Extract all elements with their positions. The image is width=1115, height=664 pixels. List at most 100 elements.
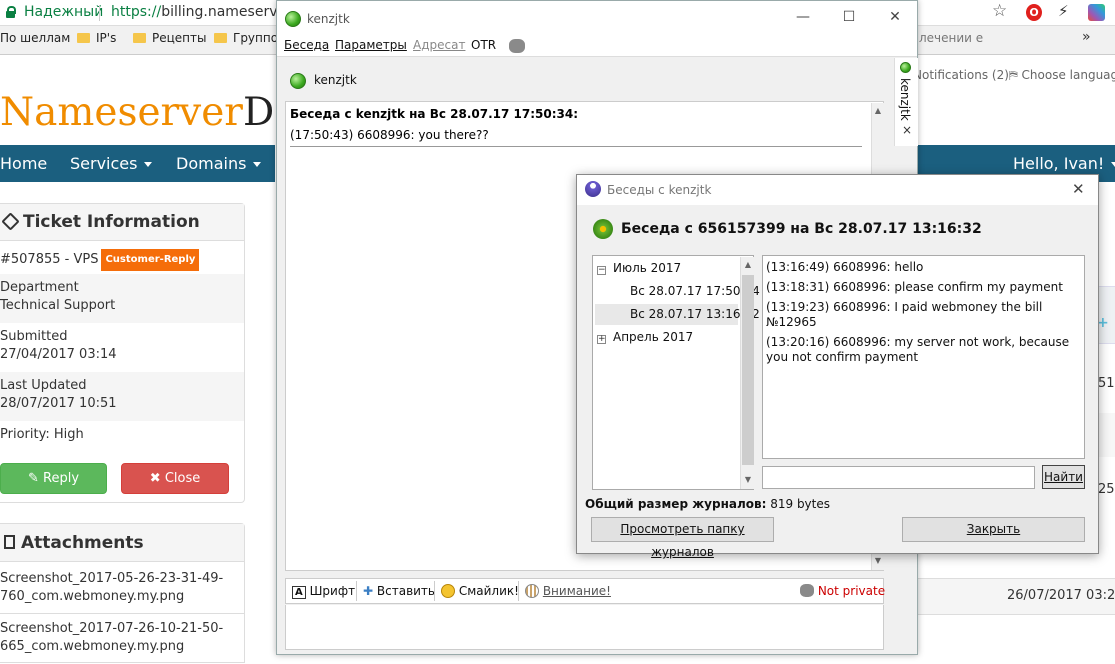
log-title: Беседа с kenzjtk на Вс 28.07.17 17:50:34… — [290, 107, 579, 121]
insert-button[interactable]: ✚ Вставить — [363, 584, 435, 598]
minimize-icon[interactable]: — — [793, 9, 813, 25]
log-size: Общий размер журналов: 819 bytes — [585, 497, 830, 511]
department-row: Department Technical Support — [0, 274, 244, 323]
caret-down-icon — [1111, 162, 1115, 167]
attachments-heading-text: Attachments — [21, 533, 144, 553]
month-label: Июль 2017 — [613, 261, 682, 275]
history-title: Беседы с kenzjtk — [607, 183, 712, 197]
address-divider — [99, 5, 100, 21]
close-icon[interactable]: ✕ — [1072, 180, 1085, 198]
nav-domains-label: Domains — [176, 154, 247, 173]
scroll-up-icon[interactable]: ▲ — [872, 106, 884, 115]
conversation-tab[interactable]: kenzjtk × — [894, 58, 918, 146]
status-badge: Customer-Reply — [101, 249, 200, 271]
attachments-panel: Attachments Screenshot_2017-05-26-23-31-… — [0, 523, 245, 663]
attachment-name-line: 665_com.webmoney.my.png — [0, 639, 185, 654]
reply-button[interactable]: ✎ Reply — [0, 463, 107, 494]
contact-name[interactable]: kenzjtk — [314, 73, 357, 87]
menu-otr[interactable]: OTR — [471, 38, 496, 52]
message-input[interactable] — [285, 605, 884, 650]
expand-icon[interactable]: + — [597, 335, 606, 344]
plugin-icon[interactable] — [509, 39, 525, 53]
font-icon: A — [292, 586, 306, 599]
bookmark-star-icon[interactable]: ☆ — [992, 1, 1007, 21]
open-folder-label: Просмотреть папку журналов — [620, 522, 745, 559]
history-message: (13:18:31) 6608996: please confirm my pa… — [766, 280, 1063, 294]
bookmarks-more-button[interactable]: » — [1082, 29, 1091, 45]
opera-extension-icon[interactable]: O — [1026, 4, 1042, 21]
scroll-down-icon[interactable]: ▼ — [872, 556, 884, 565]
font-button[interactable]: A Шрифт — [292, 584, 355, 599]
icq-flower-icon — [593, 219, 613, 239]
ticket-heading-text: Ticket Information — [23, 212, 200, 232]
logo-part1: Nameserver — [0, 90, 243, 135]
times-icon: ✖ — [149, 471, 161, 486]
choose-language-link[interactable]: ⛿ Choose language — [1009, 68, 1115, 83]
site-logo[interactable]: NameserverDot — [0, 90, 313, 135]
tree-month-july[interactable]: − Июль 2017 — [597, 261, 681, 275]
nav-domains[interactable]: Domains — [176, 154, 262, 173]
date-fragment: 51 — [1098, 376, 1115, 391]
maximize-icon[interactable]: ☐ — [839, 9, 859, 25]
tree-scrollbar[interactable]: ▲ ▼ — [740, 257, 754, 489]
nav-services[interactable]: Services — [70, 154, 153, 173]
hello-label: Hello, Ivan! — [1013, 154, 1105, 173]
log-divider — [290, 146, 862, 147]
history-search-input[interactable] — [762, 466, 1035, 489]
bookmark-ips[interactable]: IP's — [77, 31, 116, 45]
choose-language-label: Choose language — [1021, 68, 1115, 82]
attachment-name-line: 760_com.webmoney.my.png — [0, 589, 185, 604]
attachment-name-line: Screenshot_2017-05-26-23-31-49- — [0, 571, 224, 586]
history-titlebar[interactable]: Беседы с kenzjtk ✕ — [577, 175, 1098, 205]
ticket-info-heading: Ticket Information — [0, 204, 244, 241]
url-text[interactable]: https://billing.nameserverd — [111, 4, 301, 20]
close-label: Close — [164, 471, 201, 486]
notifications-link[interactable]: Notifications (2) — [913, 68, 1009, 82]
colorful-extension-icon[interactable] — [1088, 4, 1105, 21]
size-value: 819 bytes — [770, 497, 830, 511]
submitted-row: Submitted 27/04/2017 03:14 — [0, 323, 244, 372]
history-heading: Беседа с 656157399 на Вс 28.07.17 13:16:… — [621, 221, 982, 237]
open-log-folder-button[interactable]: Просмотреть папку журналов — [591, 517, 774, 559]
table-row: 26/07/2017 03:25 — [918, 578, 1115, 615]
close-dialog-button[interactable]: Закрыть — [902, 517, 1085, 542]
secure-label: Надежный — [24, 4, 104, 20]
lightning-extension-icon[interactable]: ⚡ — [1058, 2, 1069, 20]
bookmark-recipes[interactable]: Рецепты — [133, 31, 206, 45]
scroll-up-icon[interactable]: ▲ — [742, 260, 754, 269]
otr-icon — [800, 584, 814, 597]
attention-button[interactable]: Внимание! — [525, 584, 611, 598]
bookmark-partial[interactable]: лечении е — [919, 31, 983, 45]
caret-down-icon — [144, 162, 153, 167]
bookmark-po-shellam[interactable]: По шеллам — [0, 31, 70, 45]
chat-titlebar[interactable]: kenzjtk — ☐ ✕ — [277, 1, 917, 35]
tree-month-april[interactable]: + Апрель 2017 — [597, 330, 693, 344]
scroll-down-icon[interactable]: ▼ — [742, 475, 754, 484]
menu-buddy[interactable]: Адресат — [413, 38, 465, 52]
menu-conversation[interactable]: Беседа — [284, 38, 329, 52]
priority-row: Priority: High — [0, 421, 244, 453]
department-value: Technical Support — [0, 298, 116, 313]
find-label: Найти — [1044, 470, 1083, 484]
smiley-icon — [441, 584, 455, 598]
history-messages[interactable]: (13:16:49) 6608996: hello (13:18:31) 660… — [762, 255, 1085, 459]
close-icon[interactable]: ✕ — [885, 9, 905, 25]
online-status-icon — [900, 62, 911, 73]
tab-close-icon[interactable]: × — [902, 123, 912, 137]
find-button[interactable]: Найти — [1042, 465, 1085, 489]
smiley-button[interactable]: Смайлик! — [441, 584, 519, 598]
menu-options[interactable]: Параметры — [335, 38, 407, 52]
reply-date: 26/07/2017 03:25 — [1007, 588, 1115, 603]
font-label: Шрифт — [309, 584, 356, 598]
scroll-thumb[interactable] — [742, 275, 754, 465]
close-ticket-button[interactable]: ✖ Close — [121, 463, 229, 494]
otr-status-button[interactable]: Not private — [800, 584, 885, 598]
submitted-label: Submitted — [0, 329, 68, 344]
account-menu[interactable]: Hello, Ivan! — [1013, 154, 1115, 173]
attachment-link[interactable]: Screenshot_2017-07-26-10-21-50- 665_com.w… — [0, 616, 244, 664]
attachment-link[interactable]: Screenshot_2017-05-26-23-31-49- 760_com.w… — [0, 566, 244, 614]
toolbar-divider — [518, 581, 519, 601]
nav-home[interactable]: Home — [0, 154, 47, 173]
bookmark-groups[interactable]: Группо — [214, 31, 278, 45]
collapse-icon[interactable]: − — [597, 266, 606, 275]
